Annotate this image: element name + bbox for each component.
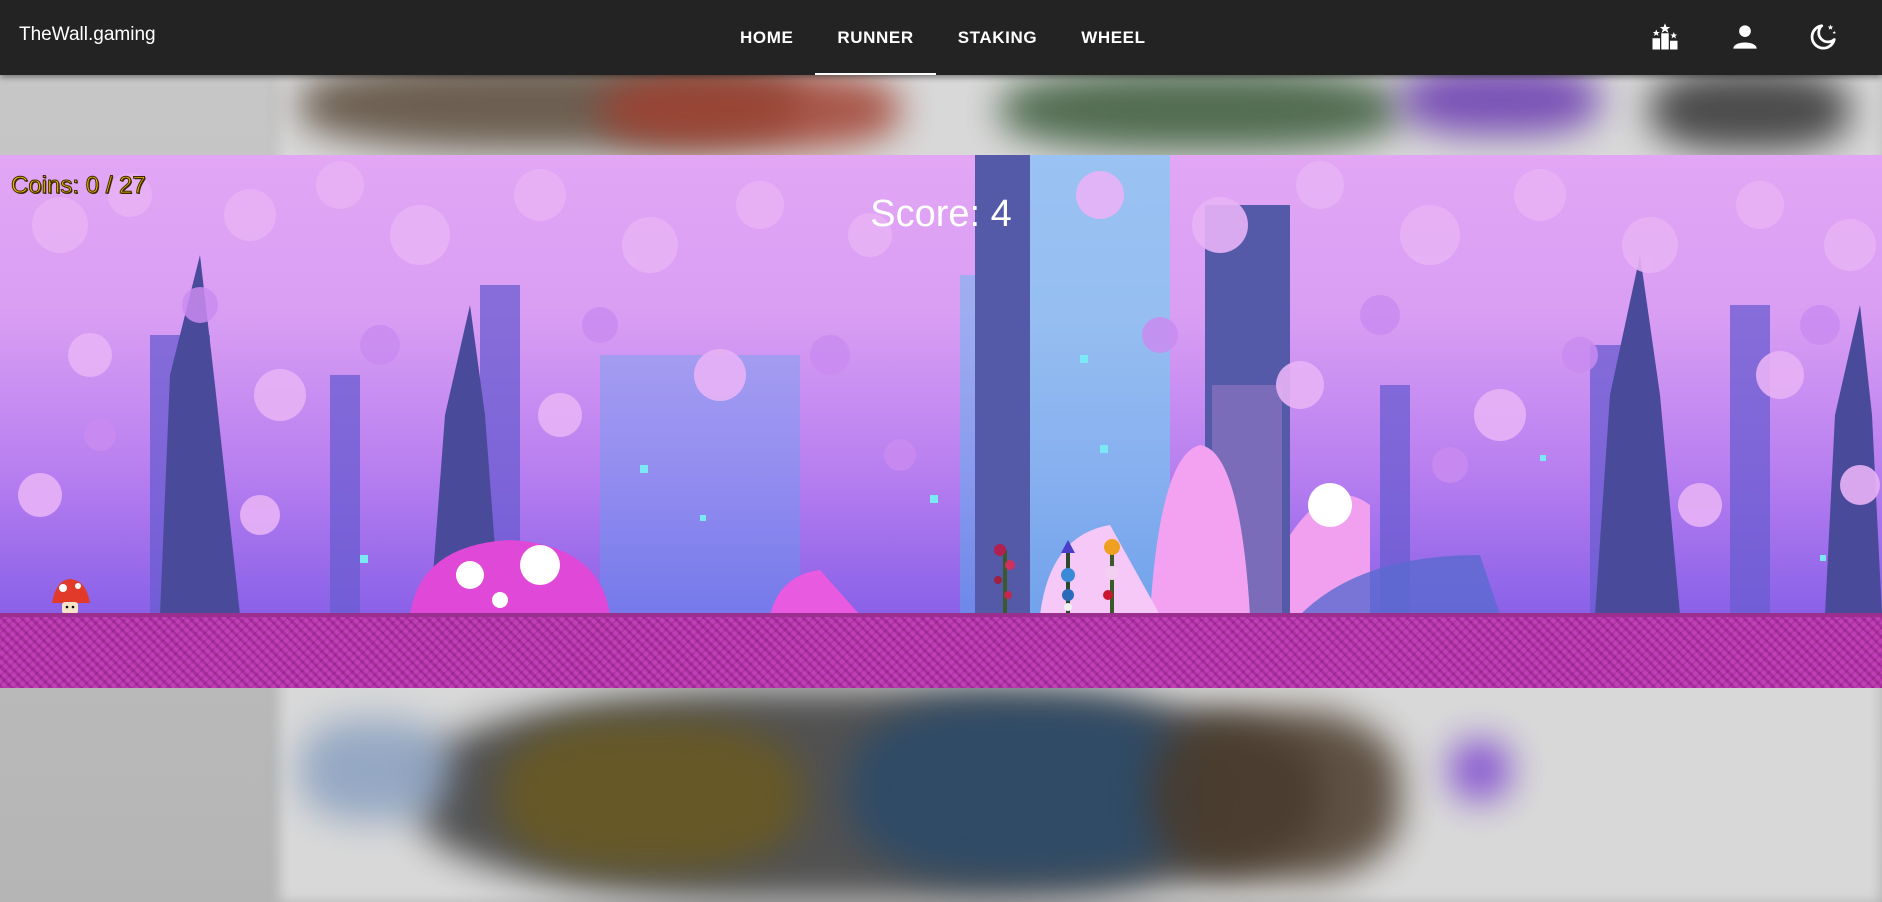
dark-mode-toggle[interactable] xyxy=(1803,17,1843,57)
account-icon xyxy=(1733,25,1757,49)
player-mushroom-sprite xyxy=(52,579,90,614)
tab-runner[interactable]: RUNNER xyxy=(815,0,937,75)
dark-mode-icon xyxy=(1810,24,1836,50)
tab-wheel[interactable]: WHEEL xyxy=(1059,0,1167,75)
nav-tabs: HOME RUNNER STAKING WHEEL xyxy=(718,0,1168,75)
app-bar: TheWall.gaming HOME RUNNER STAKING WHEEL xyxy=(0,0,1882,75)
brand-title[interactable]: TheWall.gaming xyxy=(19,24,156,46)
account-button[interactable] xyxy=(1725,17,1765,57)
tab-staking[interactable]: STAKING xyxy=(936,0,1059,75)
ground-platform xyxy=(0,613,1882,688)
leaderboard-stars-icon xyxy=(1652,23,1678,50)
leaderboard-button[interactable] xyxy=(1645,17,1685,57)
tab-home[interactable]: HOME xyxy=(718,0,815,75)
runner-game-canvas[interactable]: Coins: 0 / 27 Score: 4 xyxy=(0,155,1882,688)
score-display: Score: 4 xyxy=(870,193,1012,235)
